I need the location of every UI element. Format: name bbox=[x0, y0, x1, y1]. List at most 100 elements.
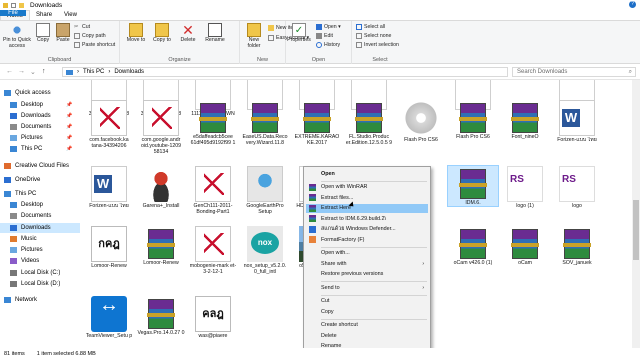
tab-file[interactable]: File bbox=[0, 10, 26, 16]
context-menu-item[interactable]: Create shortcut bbox=[306, 321, 428, 330]
context-menu-item[interactable]: Delete bbox=[306, 331, 428, 340]
file-item[interactable]: mobogenie-mark et-3-2-12-1 bbox=[188, 226, 238, 275]
nav-item[interactable]: Desktop 📌 bbox=[0, 100, 72, 110]
file-item[interactable]: com.facebook.ka tana-34394206 bbox=[84, 100, 134, 149]
context-menu-item[interactable]: FormatFactory (F) bbox=[306, 235, 428, 244]
file-item[interactable]: TeamViewer_Setu p bbox=[84, 296, 134, 339]
context-menu-item[interactable]: Share with › bbox=[306, 259, 428, 268]
file-item[interactable]: GenCh111-2011- Bonding-Part1 bbox=[188, 166, 238, 215]
nav-item[interactable]: Desktop bbox=[0, 200, 43, 210]
context-menu-item[interactable]: Extract files... bbox=[306, 193, 428, 202]
history-button[interactable]: History bbox=[316, 42, 340, 48]
ribbon-tabs: File Home Share View bbox=[0, 10, 640, 21]
nav-item[interactable]: Documents 📌 bbox=[0, 122, 72, 132]
invert-selection-button[interactable]: Invert selection bbox=[356, 42, 399, 48]
open-button[interactable]: Open ▾ bbox=[316, 24, 341, 30]
properties-icon[interactable] bbox=[11, 2, 16, 8]
nav-item[interactable]: Documents bbox=[0, 211, 51, 221]
properties-button[interactable]: ✓ Properties bbox=[286, 23, 312, 44]
nav-item[interactable]: Downloads 📌 bbox=[0, 111, 72, 121]
rename-button[interactable]: Rename bbox=[202, 23, 228, 44]
tab-share[interactable]: Share bbox=[30, 10, 58, 20]
recent-locations-button[interactable]: ⌄ bbox=[30, 68, 36, 76]
file-item[interactable]: logo bbox=[552, 166, 602, 209]
file-item[interactable]: EXTREME.KARAO KE.2017 bbox=[292, 100, 342, 146]
cut-button[interactable]: ✂ Cut bbox=[74, 24, 90, 30]
rar-icon bbox=[309, 183, 316, 191]
nav-item[interactable]: This PC bbox=[0, 189, 36, 199]
vertical-scrollbar[interactable] bbox=[632, 80, 640, 348]
file-item[interactable]: SOV_januek bbox=[552, 226, 602, 266]
file-item[interactable]: Flash Pro CS6 bbox=[448, 100, 498, 140]
tab-view[interactable]: View bbox=[58, 10, 83, 20]
scrollbar-thumb[interactable] bbox=[633, 200, 639, 260]
file-item[interactable]: Font_nineO bbox=[500, 100, 550, 140]
up-button[interactable]: ↑ bbox=[42, 68, 46, 75]
file-item[interactable]: Forizen-แบบ ไทย bbox=[552, 100, 602, 143]
nav-item[interactable]: Downloads bbox=[0, 223, 80, 233]
file-item[interactable]: oCam v426.0 (1) bbox=[448, 226, 498, 266]
file-item[interactable]: com.google.andr oid.youtube-1209 58134 bbox=[136, 100, 186, 155]
file-item[interactable]: กคฎ Lomoor-Renew bbox=[84, 226, 134, 269]
nav-item[interactable]: Network bbox=[0, 295, 37, 305]
context-menu-item[interactable]: Restore previous versions bbox=[306, 270, 428, 279]
context-menu-item[interactable]: สแกนด้วย Windows Defender... bbox=[306, 225, 428, 234]
copy-to-icon bbox=[155, 23, 169, 37]
address-field[interactable]: › This PC › Downloads bbox=[62, 67, 508, 77]
back-button[interactable]: ← bbox=[6, 68, 13, 75]
context-menu-item[interactable]: Send to › bbox=[306, 283, 428, 292]
paste-button[interactable]: Paste bbox=[54, 23, 72, 44]
pdf-file-icon bbox=[143, 100, 179, 136]
select-all-button[interactable]: Select all bbox=[356, 24, 385, 30]
file-item[interactable]: oCam bbox=[500, 226, 550, 266]
context-menu-item[interactable]: Open with WinRAR bbox=[306, 183, 428, 192]
context-menu-item[interactable]: Open with... bbox=[306, 249, 428, 258]
context-menu-item[interactable]: Copy bbox=[306, 307, 428, 316]
copy-button[interactable]: Copy bbox=[34, 23, 52, 44]
file-item[interactable]: nox_setup_v5.2.0. 0_full_intl bbox=[240, 226, 290, 275]
nav-item[interactable]: Local Disk (C:) bbox=[0, 268, 60, 278]
new-folder-icon[interactable] bbox=[19, 2, 24, 8]
context-menu-item[interactable]: Cut bbox=[306, 297, 428, 306]
file-item[interactable]: Forizen-แบบ ไทย bbox=[84, 166, 134, 209]
nav-item[interactable]: Quick access bbox=[0, 88, 51, 98]
nav-item[interactable]: Local Disk (D:) bbox=[0, 279, 60, 289]
forward-button[interactable]: → bbox=[18, 68, 25, 75]
copy-path-button[interactable]: Copy path bbox=[74, 33, 106, 39]
file-item[interactable]: คลฎ was@piaere bbox=[188, 296, 238, 339]
nav-item[interactable]: Videos bbox=[0, 256, 39, 266]
nav-item[interactable]: Music bbox=[0, 234, 37, 244]
nav-item[interactable]: Pictures 📌 bbox=[0, 133, 72, 143]
breadcrumb-this-pc[interactable]: This PC bbox=[83, 69, 104, 75]
context-menu-item[interactable]: Extract Here bbox=[306, 203, 428, 213]
nav-item[interactable]: OneDrive bbox=[0, 175, 40, 185]
file-item[interactable]: Flash Pro CS6 bbox=[396, 100, 446, 143]
file-item[interactable]: IDM.6. bbox=[447, 165, 499, 207]
delete-button[interactable]: ✕ Delete bbox=[176, 23, 200, 44]
nav-item[interactable]: This PC 📌 bbox=[0, 144, 72, 154]
edit-button[interactable]: Edit bbox=[316, 33, 333, 39]
file-item[interactable]: Vegas.Pro.14.0.27 0 bbox=[136, 296, 186, 336]
context-menu-item[interactable]: Extract to IDM.6.29.build.2\ bbox=[306, 214, 428, 223]
copy-to-button[interactable]: Copy to bbox=[150, 23, 174, 44]
file-item[interactable]: GoogleEarthPro Setup bbox=[240, 166, 290, 215]
pin-to-quick-access-button[interactable]: Pin to Quick access bbox=[2, 23, 32, 49]
search-box[interactable]: Search Downloads ⌕ bbox=[512, 67, 636, 77]
file-item[interactable]: EaseUS.Data.Reco very.Wizard.11.8 bbox=[240, 100, 290, 146]
file-item[interactable]: FL.Studio.Produc er.Edition.12.5.0.5 9 bbox=[344, 100, 394, 146]
move-to-button[interactable]: Move to bbox=[124, 23, 148, 44]
nav-item[interactable]: Creative Cloud Files bbox=[0, 161, 69, 171]
breadcrumb-downloads[interactable]: Downloads bbox=[114, 69, 144, 75]
file-name: was@piaere bbox=[198, 333, 228, 339]
file-item[interactable]: logo (1) bbox=[500, 166, 550, 209]
context-menu-item[interactable]: Open bbox=[306, 169, 428, 178]
file-item[interactable]: Garena+_Install bbox=[136, 166, 186, 209]
nav-item-label: Music bbox=[21, 236, 37, 242]
paste-shortcut-button[interactable]: Paste shortcut bbox=[74, 42, 115, 48]
file-item[interactable]: Lomoor-Renew bbox=[136, 226, 186, 266]
help-icon[interactable]: ? bbox=[629, 1, 636, 8]
nav-item[interactable]: Pictures bbox=[0, 245, 43, 255]
file-item[interactable]: e5daffeadcb5cee 61df495d9192f99 1 bbox=[188, 100, 238, 146]
new-folder-button[interactable]: New folder bbox=[242, 23, 266, 49]
select-none-button[interactable]: Select none bbox=[356, 33, 391, 39]
